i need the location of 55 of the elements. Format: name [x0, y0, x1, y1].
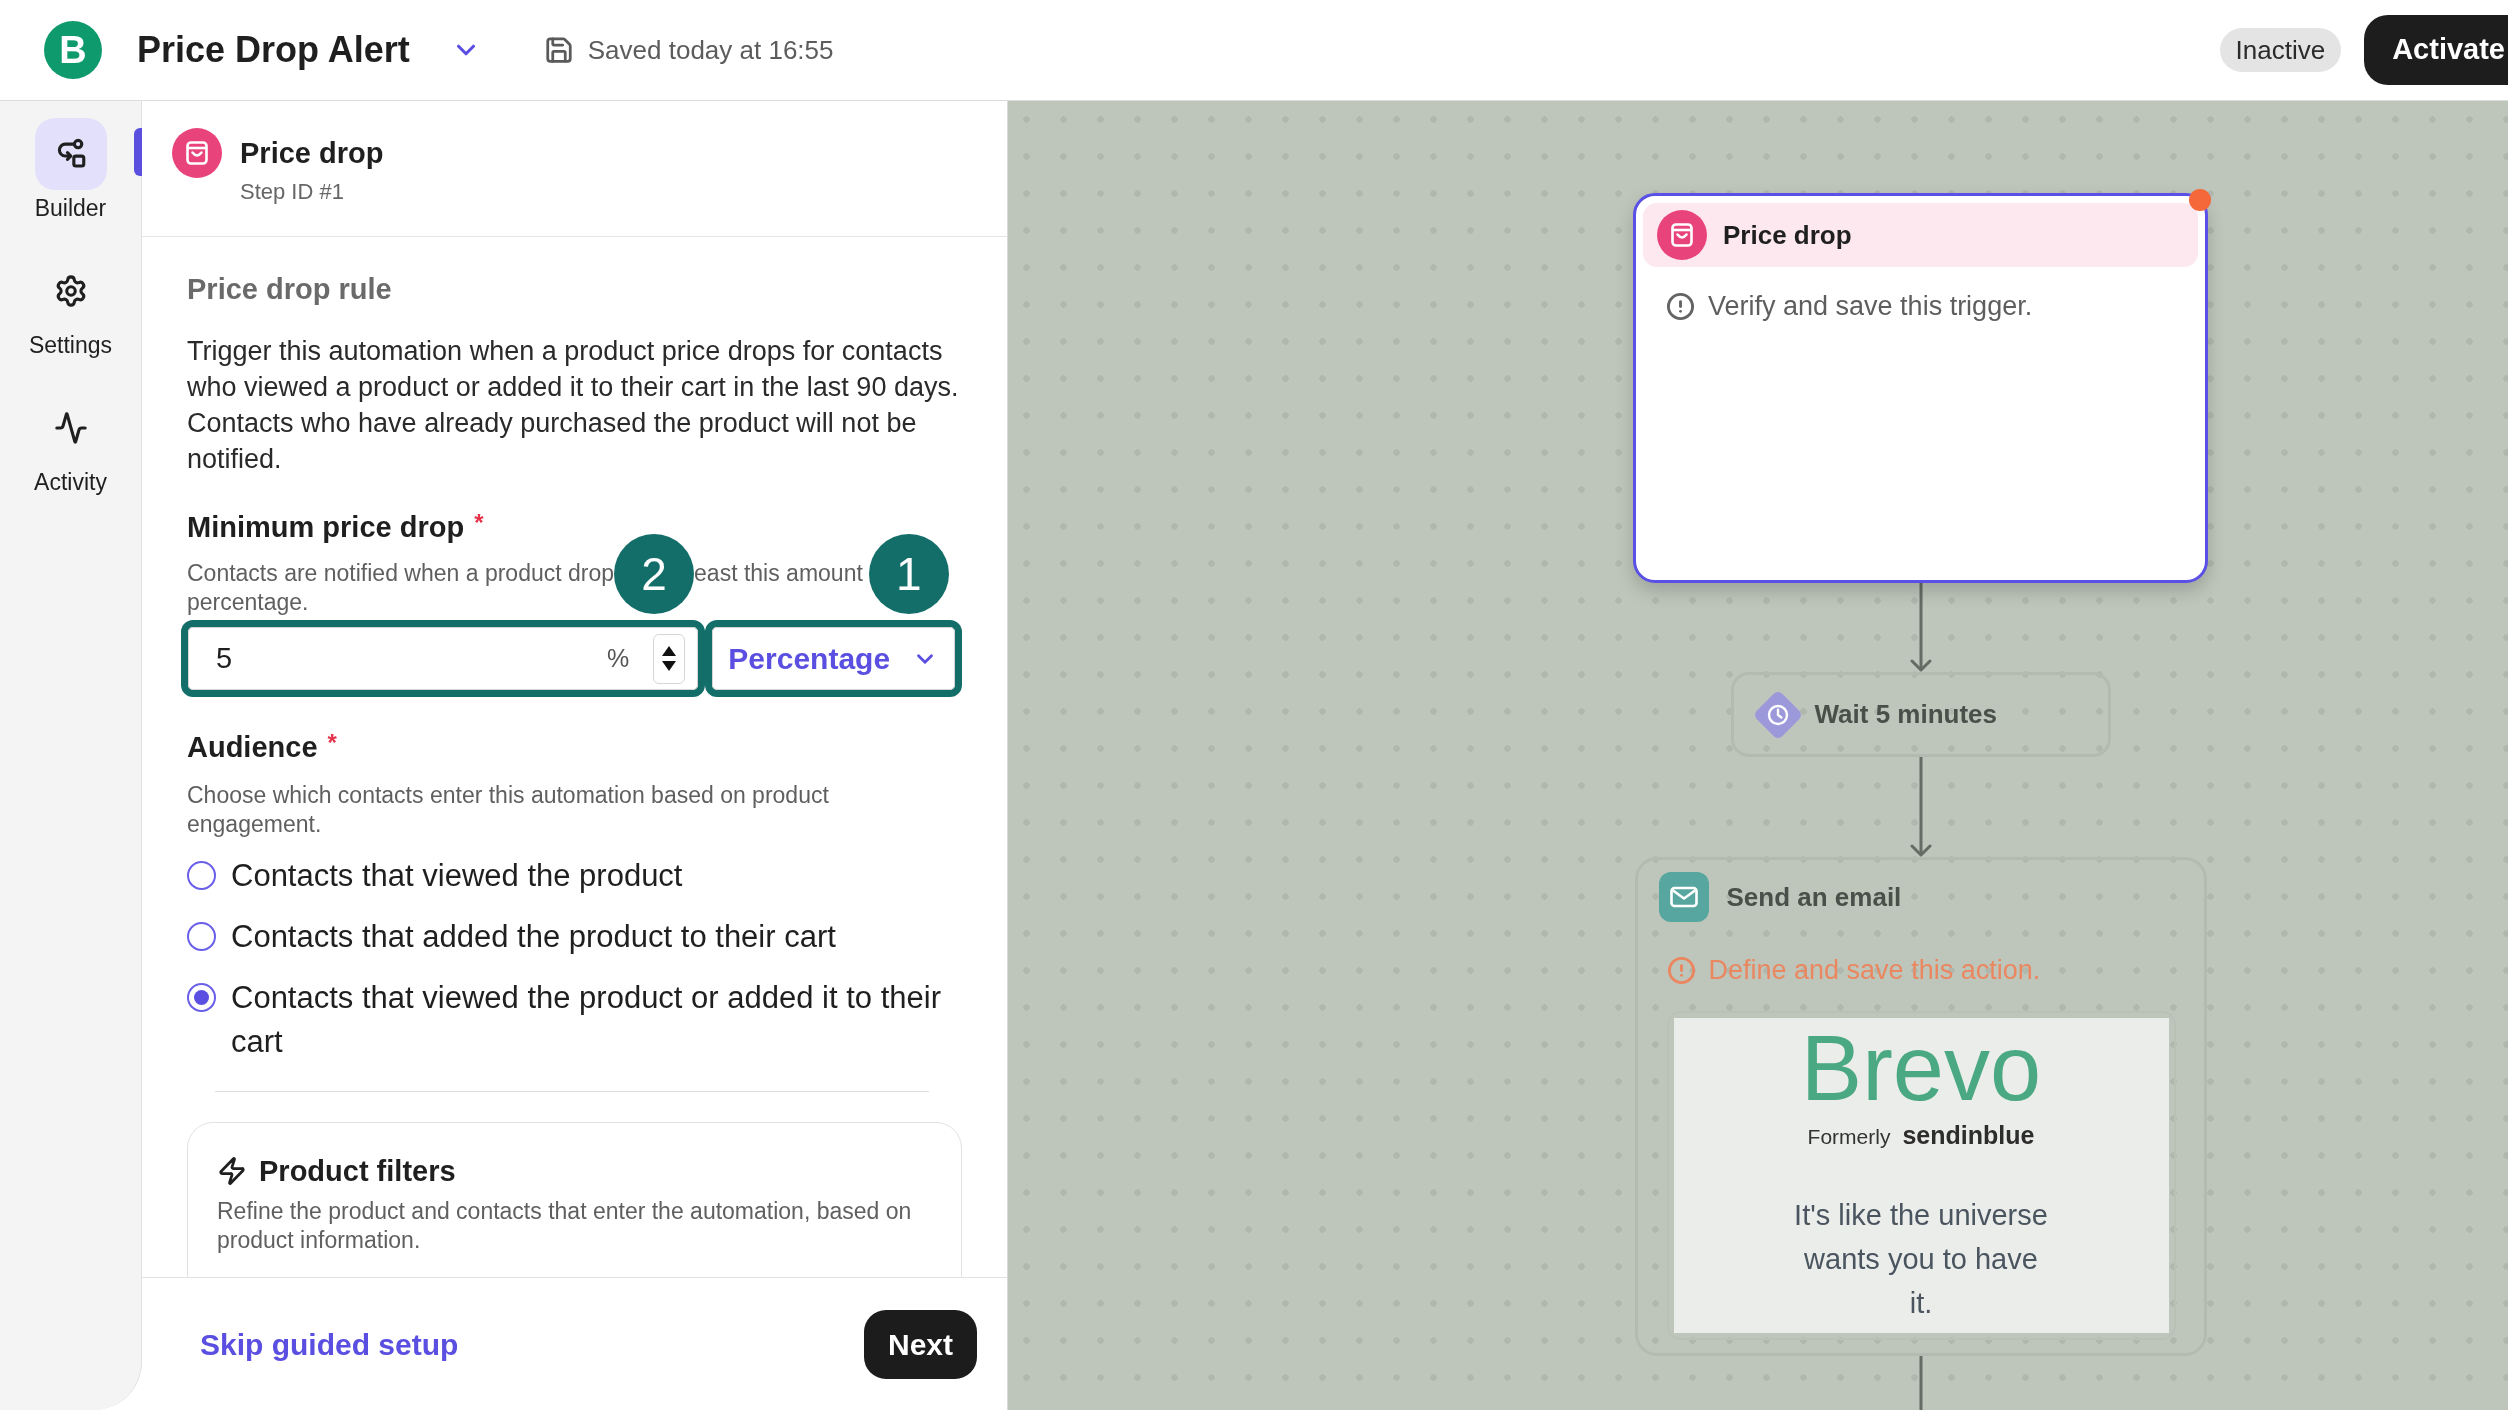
node-title: Wait 5 minutes [1814, 698, 1997, 731]
step-number-marker: 2 [614, 533, 695, 614]
caret-down-icon [662, 661, 677, 671]
save-icon [543, 35, 574, 65]
skip-link[interactable]: Skip guided setup [200, 1321, 459, 1367]
section-heading: Price drop rule [187, 272, 393, 307]
rule-description: Trigger this automation when a product price drops for contacts who viewed a product or added it to their cart in the last 90 days. Contacts who have already purchased the product will not be notified. [187, 335, 960, 476]
radio-option[interactable]: Contacts that viewed the product or added it to their cart [187, 976, 962, 1064]
amount-type-select[interactable]: Percentage [712, 627, 955, 690]
required-mark: * [474, 509, 484, 537]
email-node[interactable]: Send an email Define and save this action. Brevo Formerly sendinblue It's like the universe wants you to have it. [1634, 857, 2207, 1356]
selection-indicator [134, 128, 142, 176]
node-title: Send an email [1726, 880, 1902, 914]
app-logo: B [44, 21, 102, 79]
lightning-icon [217, 1156, 247, 1186]
shopping-bag-icon [172, 128, 222, 178]
logo-caption: Formerly [1807, 1124, 1891, 1150]
connector-line [1918, 1356, 1923, 1410]
help-text: Contacts are notified when a product drop [187, 559, 615, 588]
step-title: Price drop [240, 136, 384, 171]
step-id: Step ID #1 [240, 178, 345, 206]
help-text: percentage. [187, 588, 309, 617]
alert-icon [1666, 291, 1695, 321]
unit-label: % [607, 642, 630, 674]
node-message: Verify and save this trigger. [1708, 290, 2033, 323]
radio-option[interactable]: Contacts that viewed the product [187, 854, 962, 898]
required-mark: * [327, 729, 337, 757]
help-text: east this amount [694, 559, 863, 588]
alert-icon [1666, 955, 1696, 985]
nav-item[interactable]: Builder [12, 118, 129, 222]
delay-node[interactable]: Wait 5 minutes [1730, 672, 2111, 757]
former-brand-name: sendinblue [1902, 1120, 2035, 1151]
node-title: Price drop [1723, 218, 1852, 252]
node-message: Define and save this action. [1708, 954, 2041, 987]
card-description: Refine the product and contacts that enter the automation, based on product information. [217, 1197, 913, 1255]
brand-logo: Brevo [1800, 1022, 2042, 1114]
status-badge: Inactive [2219, 28, 2342, 72]
automation-title: Price Drop Alert [137, 32, 410, 68]
shopping-bag-icon [1657, 210, 1707, 260]
step-number-marker: 1 [868, 533, 949, 614]
radio-option[interactable]: Contacts that added the product to their cart [187, 915, 962, 959]
email-tagline: It's like the universe wants you to have it. [1794, 1197, 2048, 1321]
card-title: Product filters [259, 1154, 456, 1189]
caret-up-icon [662, 646, 677, 656]
nav-item[interactable]: Activity [12, 392, 129, 496]
next-button[interactable]: Next [863, 1309, 977, 1379]
field-label: Minimum price drop [187, 510, 465, 545]
envelope-icon [1658, 872, 1709, 922]
nav-item[interactable]: Settings [12, 255, 129, 359]
amount-field[interactable]: 5 % [188, 627, 699, 690]
help-text: Choose which contacts enter this automation based on product engagement. [187, 781, 830, 839]
field-label: Audience [187, 730, 318, 765]
number-stepper[interactable] [653, 633, 686, 684]
activate-button[interactable]: Activate [2364, 15, 2508, 85]
save-status: Saved today at 16:55 [587, 33, 834, 67]
